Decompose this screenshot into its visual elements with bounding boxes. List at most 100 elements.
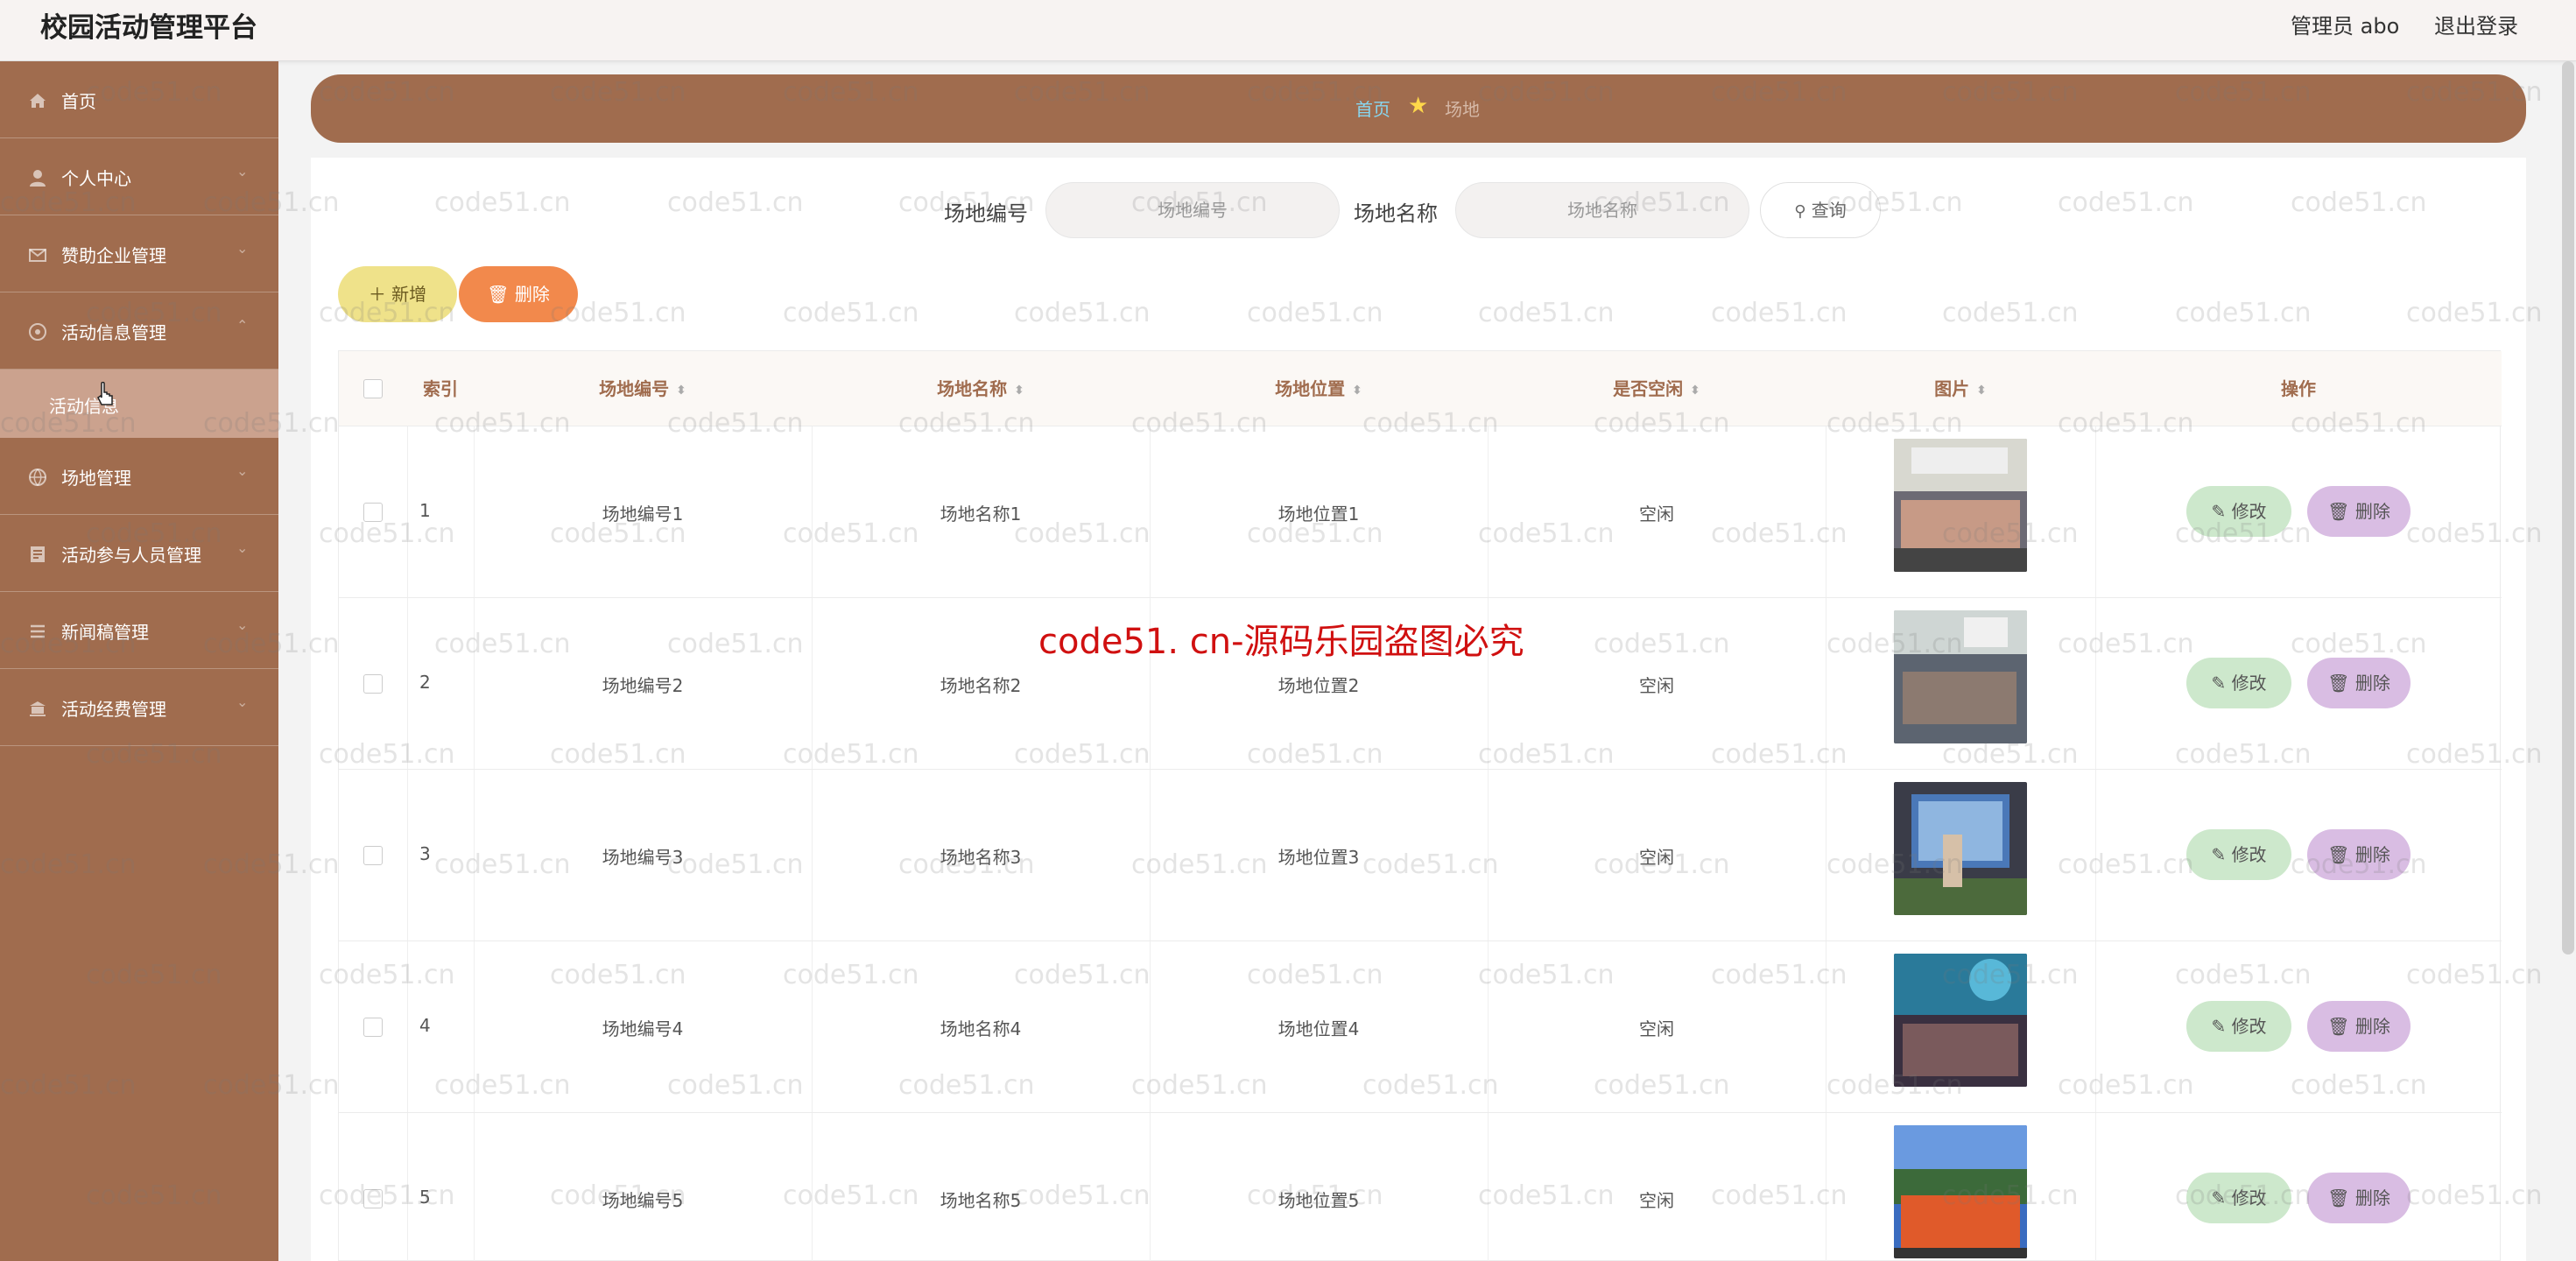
row-checkbox[interactable] bbox=[363, 503, 383, 522]
cell-name: 场地名称1 bbox=[940, 504, 1022, 525]
sidebar-item-sponsors[interactable]: 赞助企业管理 ⌄ bbox=[0, 215, 278, 292]
edit-button[interactable]: ✎ 修改 bbox=[2186, 1173, 2291, 1223]
row-delete-button[interactable]: 🗑 删除 bbox=[2307, 829, 2411, 880]
venue-photo[interactable] bbox=[1894, 610, 2027, 743]
venue-photo[interactable] bbox=[1894, 439, 2027, 572]
globe-icon bbox=[29, 468, 46, 487]
column-header-actions: 操作 bbox=[2281, 378, 2316, 399]
table-header: 索引 场地编号 ⬍ 场地名称 ⬍ 场地位置 ⬍ 是否空闲 ⬍ 图片 ⬍ 操作 bbox=[339, 351, 2502, 426]
cell-location: 场地位置2 bbox=[1277, 675, 1360, 696]
bulk-delete-button[interactable]: 🗑 删除 bbox=[459, 266, 578, 322]
add-button[interactable]: ＋ 新增 bbox=[338, 266, 457, 322]
delete-button-label: 删除 bbox=[514, 284, 550, 305]
column-header-free[interactable]: 是否空闲 ⬍ bbox=[1488, 351, 1826, 426]
search-button[interactable]: ⚲ 查询 bbox=[1760, 182, 1881, 238]
chevron-down-icon: ⌄ bbox=[236, 694, 249, 710]
row-checkbox[interactable] bbox=[363, 846, 383, 865]
chevron-down-icon: ⌄ bbox=[236, 240, 249, 257]
edit-button[interactable]: ✎ 修改 bbox=[2186, 658, 2291, 708]
sidebar-item-label: 新闻稿管理 bbox=[61, 622, 149, 643]
venue-name-input[interactable]: 场地名称 bbox=[1455, 182, 1749, 238]
trash-icon: 🗑 bbox=[2327, 673, 2350, 694]
row-delete-button[interactable]: 🗑 删除 bbox=[2307, 486, 2411, 537]
sidebar: 首页 个人中心 ⌄ 赞助企业管理 ⌄ 活动信息管理 ⌃ 活动信息 场地管理 ⌄ … bbox=[0, 61, 278, 1261]
search-icon: ⚲ bbox=[1794, 202, 1806, 221]
sidebar-item-venues[interactable]: 场地管理 ⌄ bbox=[0, 438, 278, 515]
cell-free: 空闲 bbox=[1639, 1190, 1674, 1211]
column-header-code[interactable]: 场地编号 ⬍ bbox=[474, 351, 812, 426]
venue-photo[interactable] bbox=[1894, 954, 2027, 1087]
admin-label: 管理员 abo bbox=[2291, 14, 2400, 39]
cell-location: 场地位置5 bbox=[1277, 1190, 1360, 1211]
center-watermark: code51. cn-源码乐园盗图必究 bbox=[1038, 622, 1524, 662]
cell-index: 4 bbox=[419, 1015, 431, 1036]
column-header-name[interactable]: 场地名称 ⬍ bbox=[812, 351, 1150, 426]
list-icon bbox=[31, 624, 45, 638]
search-button-label: 查询 bbox=[1811, 200, 1847, 221]
sort-icon[interactable]: ⬍ bbox=[1014, 384, 1024, 397]
edit-icon: ✎ bbox=[2211, 1187, 2227, 1208]
sort-icon[interactable]: ⬍ bbox=[676, 384, 686, 397]
star-icon: ★ bbox=[1408, 93, 1429, 119]
select-all-checkbox[interactable] bbox=[363, 379, 383, 398]
sort-icon[interactable]: ⬍ bbox=[1690, 384, 1700, 397]
app-title: 校园活动管理平台 bbox=[40, 12, 257, 44]
bank-icon bbox=[30, 701, 46, 716]
cell-location: 场地位置3 bbox=[1277, 847, 1360, 868]
page-scrollbar[interactable] bbox=[2562, 61, 2574, 955]
cell-name: 场地名称5 bbox=[940, 1190, 1022, 1211]
row-delete-button[interactable]: 🗑 删除 bbox=[2307, 1001, 2411, 1052]
search-label-code: 场地编号 bbox=[944, 201, 1028, 226]
sidebar-item-profile[interactable]: 个人中心 ⌄ bbox=[0, 138, 278, 215]
trash-icon: 🗑 bbox=[2327, 501, 2350, 522]
chevron-down-icon: ⌄ bbox=[236, 462, 249, 479]
trash-icon: 🗑 bbox=[2327, 1016, 2350, 1037]
row-checkbox[interactable] bbox=[363, 1018, 383, 1037]
sidebar-item-news[interactable]: 新闻稿管理 ⌄ bbox=[0, 592, 278, 669]
sidebar-item-label: 活动参与人员管理 bbox=[61, 545, 201, 566]
sidebar-item-label: 活动经费管理 bbox=[61, 699, 166, 720]
sort-icon[interactable]: ⬍ bbox=[1352, 384, 1362, 397]
table-row: 5 场地编号5 场地名称5 场地位置5 空闲 ✎ 修改 🗑 删除 bbox=[339, 1113, 2502, 1261]
top-bar: 校园活动管理平台 管理员 abo 退出登录 bbox=[0, 0, 2576, 61]
sidebar-item-home[interactable]: 首页 bbox=[0, 61, 278, 138]
column-header-location[interactable]: 场地位置 ⬍ bbox=[1150, 351, 1488, 426]
sort-icon[interactable]: ⬍ bbox=[1976, 384, 1987, 397]
venue-code-input[interactable]: 场地编号 bbox=[1045, 182, 1340, 238]
breadcrumb-home[interactable]: 首页 bbox=[1355, 95, 1390, 121]
edit-button[interactable]: ✎ 修改 bbox=[2186, 1001, 2291, 1052]
chevron-down-icon: ⌄ bbox=[236, 616, 249, 633]
search-label-name: 场地名称 bbox=[1354, 201, 1438, 226]
trash-icon: 🗑 bbox=[2327, 1187, 2350, 1208]
cell-name: 场地名称4 bbox=[940, 1018, 1022, 1039]
row-checkbox[interactable] bbox=[363, 1189, 383, 1208]
sidebar-item-activities[interactable]: 活动信息管理 ⌃ bbox=[0, 292, 278, 370]
edit-icon: ✎ bbox=[2211, 1016, 2227, 1037]
column-header-image[interactable]: 图片 ⬍ bbox=[1826, 351, 2095, 426]
chevron-down-icon: ⌄ bbox=[236, 539, 249, 556]
venue-photo[interactable] bbox=[1894, 782, 2027, 915]
venue-photo[interactable] bbox=[1894, 1125, 2027, 1258]
sidebar-subitem-activity-info[interactable]: 活动信息 bbox=[0, 370, 278, 438]
edit-icon: ✎ bbox=[2211, 501, 2227, 522]
home-icon bbox=[30, 94, 46, 108]
edit-button[interactable]: ✎ 修改 bbox=[2186, 486, 2291, 537]
row-delete-button[interactable]: 🗑 删除 bbox=[2307, 658, 2411, 708]
compass-icon bbox=[29, 323, 46, 341]
table-row: 1 场地编号1 场地名称1 场地位置1 空闲 ✎ 修改 🗑 删除 bbox=[339, 426, 2502, 598]
row-delete-button[interactable]: 🗑 删除 bbox=[2307, 1173, 2411, 1223]
cell-code: 场地编号4 bbox=[602, 1018, 684, 1039]
user-icon bbox=[30, 170, 46, 187]
trash-icon: 🗑 bbox=[2327, 844, 2350, 865]
sidebar-item-funds[interactable]: 活动经费管理 ⌄ bbox=[0, 669, 278, 746]
row-checkbox[interactable] bbox=[363, 674, 383, 694]
edit-button[interactable]: ✎ 修改 bbox=[2186, 829, 2291, 880]
sidebar-item-participants[interactable]: 活动参与人员管理 ⌄ bbox=[0, 515, 278, 592]
sidebar-item-label: 赞助企业管理 bbox=[61, 245, 166, 266]
venue-table: 索引 场地编号 ⬍ 场地名称 ⬍ 场地位置 ⬍ 是否空闲 ⬍ 图片 ⬍ 操作 1 场地编号… bbox=[338, 350, 2502, 1261]
logout-link[interactable]: 退出登录 bbox=[2434, 9, 2518, 39]
edit-icon: ✎ bbox=[2211, 673, 2227, 694]
chevron-down-icon: ⌄ bbox=[236, 163, 249, 180]
cell-index: 1 bbox=[419, 500, 431, 521]
cell-code: 场地编号1 bbox=[602, 504, 684, 525]
